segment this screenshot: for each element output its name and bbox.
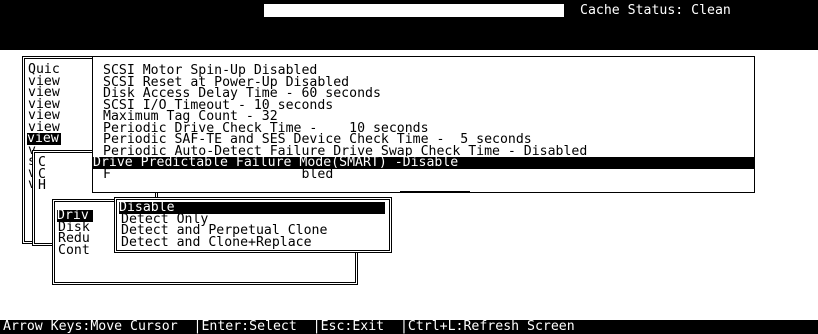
sub-menu-item[interactable]: H bbox=[38, 179, 46, 192]
drive-parameters-panel: SCSI Motor Spin-Up Disabled SCSI Reset a… bbox=[92, 56, 755, 193]
title-field bbox=[264, 4, 564, 17]
status-bar: Arrow Keys:Move Cursor |Enter:Select |Es… bbox=[0, 320, 818, 334]
setting-partial[interactable]: F bled bbox=[103, 166, 334, 182]
setting-partial-behind: bled bbox=[301, 166, 334, 182]
setting-partial-label: F bbox=[103, 166, 111, 182]
smart-option-clone-replace[interactable]: Detect and Clone+Replace bbox=[121, 236, 312, 249]
panel-connector-line bbox=[400, 191, 470, 192]
drive-menu-item[interactable]: Cont bbox=[58, 244, 90, 257]
cache-status: Cache Status: Clean bbox=[580, 3, 731, 18]
smart-options-popup: Disable Detect Only Detect and Perpetual… bbox=[114, 197, 392, 253]
